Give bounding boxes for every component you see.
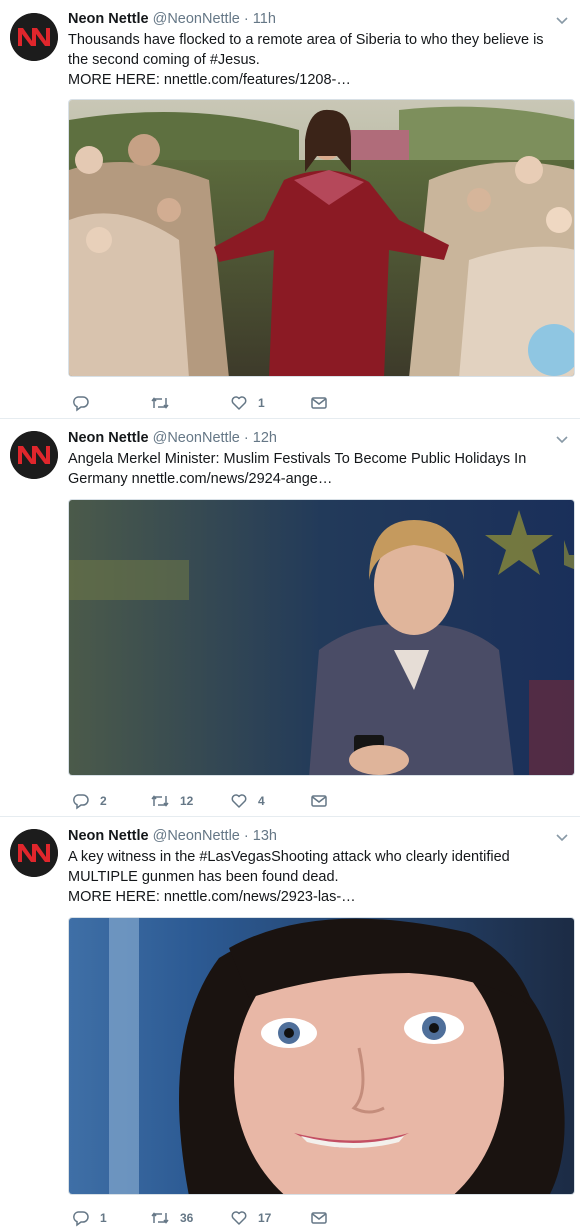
timestamp[interactable]: 13h <box>253 828 277 844</box>
retweet-button[interactable]: 12 <box>150 791 193 811</box>
envelope-icon <box>311 795 327 807</box>
tweet-header: Neon Nettle @NeonNettle · 12h <box>68 429 574 448</box>
retweet-icon <box>151 795 169 807</box>
separator-dot: · <box>243 430 249 446</box>
heart-icon <box>231 396 247 410</box>
like-button[interactable]: 4 <box>230 791 265 811</box>
tweet-header: Neon Nettle @NeonNettle · 11h <box>68 10 574 29</box>
like-button[interactable]: 1 <box>230 393 265 413</box>
timestamp[interactable]: 12h <box>253 430 277 446</box>
tweet-actions: 2 12 4 <box>68 791 368 813</box>
handle[interactable]: @NeonNettle <box>153 11 240 27</box>
tweet-text: Thousands have flocked to a remote area … <box>68 30 574 90</box>
tweet-header: Neon Nettle @NeonNettle · 13h <box>68 827 574 846</box>
avatar[interactable] <box>10 13 58 61</box>
tweet-text-line: A key witness in the #LasVegasShooting a… <box>68 849 510 865</box>
like-button[interactable]: 17 <box>230 1208 271 1228</box>
tweet[interactable]: Neon Nettle @NeonNettle · 13h A key witn… <box>0 817 580 1232</box>
tweet-text-line: MULTIPLE gunmen has been found dead. <box>68 869 339 885</box>
avatar[interactable] <box>10 829 58 877</box>
avatar[interactable] <box>10 431 58 479</box>
tweet-image[interactable] <box>68 499 575 776</box>
reply-count: 1 <box>100 1211 107 1225</box>
tweet-image[interactable] <box>68 99 575 377</box>
tweet-image[interactable] <box>68 917 575 1195</box>
tweet[interactable]: Neon Nettle @NeonNettle · 11h Thousands … <box>0 0 580 419</box>
tweet[interactable]: Neon Nettle @NeonNettle · 12h Angela Mer… <box>0 419 580 817</box>
display-name[interactable]: Neon Nettle <box>68 11 149 27</box>
tweet-actions: 1 <box>68 393 368 415</box>
reply-icon <box>73 794 89 810</box>
chevron-down-icon[interactable] <box>554 829 570 845</box>
direct-message-button[interactable] <box>310 791 328 811</box>
chevron-down-icon[interactable] <box>554 431 570 447</box>
timestamp[interactable]: 11h <box>253 11 276 27</box>
retweet-count: 12 <box>180 794 194 808</box>
tweet-text-line[interactable]: Germany nnettle.com/news/2924-ange… <box>68 469 574 489</box>
envelope-icon <box>311 397 327 409</box>
direct-message-button[interactable] <box>310 1208 328 1228</box>
display-name[interactable]: Neon Nettle <box>68 828 149 844</box>
like-count: 4 <box>258 794 265 808</box>
chevron-down-icon[interactable] <box>554 12 570 28</box>
tweet-text-line[interactable]: MORE HERE: nnettle.com/news/2923-las-… <box>68 887 574 907</box>
envelope-icon <box>311 1212 327 1224</box>
handle[interactable]: @NeonNettle <box>153 828 240 844</box>
reply-icon <box>73 1211 89 1227</box>
like-count: 17 <box>258 1211 272 1225</box>
handle[interactable]: @NeonNettle <box>153 430 240 446</box>
heart-icon <box>231 794 247 808</box>
retweet-icon <box>151 1212 169 1224</box>
heart-icon <box>231 1211 247 1225</box>
reply-button[interactable]: 2 <box>72 791 107 811</box>
separator-dot: · <box>243 11 249 27</box>
like-count: 1 <box>258 396 265 410</box>
reply-count: 2 <box>100 794 107 808</box>
tweet-text: A key witness in the #LasVegasShooting a… <box>68 847 574 907</box>
direct-message-button[interactable] <box>310 393 328 413</box>
reply-button[interactable] <box>72 393 100 413</box>
retweet-count: 36 <box>180 1211 194 1225</box>
tweet-text-line[interactable]: MORE HERE: nnettle.com/features/1208-… <box>68 70 574 90</box>
reply-button[interactable]: 1 <box>72 1208 107 1228</box>
tweet-text: Angela Merkel Minister: Muslim Festivals… <box>68 449 574 489</box>
retweet-button[interactable]: 36 <box>150 1208 193 1228</box>
timeline: Neon Nettle @NeonNettle · 11h Thousands … <box>0 0 580 1232</box>
retweet-button[interactable] <box>150 393 180 413</box>
tweet-text-line: Thousands have flocked to a remote area … <box>68 32 544 48</box>
tweet-text-line: the second coming of #Jesus. <box>68 52 260 68</box>
separator-dot: · <box>243 828 249 844</box>
reply-icon <box>73 396 89 412</box>
display-name[interactable]: Neon Nettle <box>68 430 149 446</box>
tweet-text-line: Angela Merkel Minister: Muslim Festivals… <box>68 451 527 467</box>
retweet-icon <box>151 397 169 409</box>
tweet-actions: 1 36 17 <box>68 1208 368 1230</box>
